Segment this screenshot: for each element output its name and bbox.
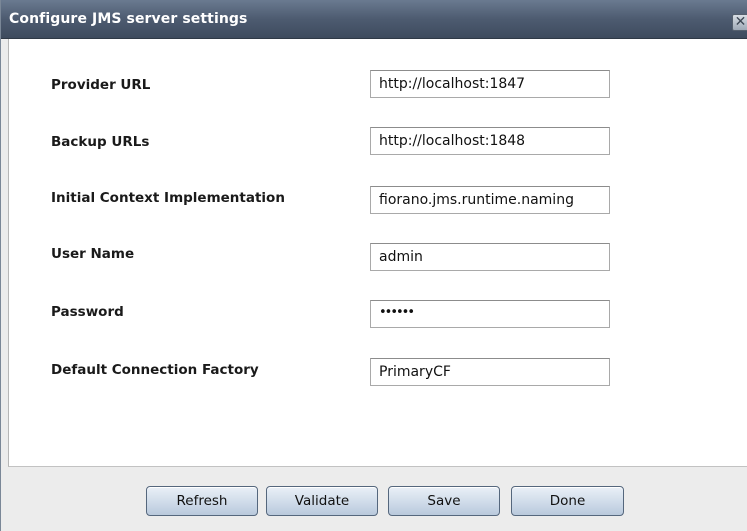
initial-context-field[interactable]: fiorano.jms.runtime.naming: [370, 186, 610, 214]
default-connection-factory-label: Default Connection Factory: [51, 362, 259, 378]
password-field[interactable]: ••••••: [370, 300, 610, 328]
user-name-field[interactable]: admin: [370, 243, 610, 271]
provider-url-field[interactable]: http://localhost:1847: [370, 70, 610, 98]
password-label: Password: [51, 304, 124, 320]
save-button[interactable]: Save: [388, 486, 500, 516]
dialog-title: Configure JMS server settings: [9, 11, 248, 27]
jms-settings-dialog: Configure JMS server settings ✕ Provider…: [0, 0, 747, 531]
close-icon[interactable]: ✕: [732, 14, 747, 31]
refresh-button[interactable]: Refresh: [146, 486, 258, 516]
provider-url-label: Provider URL: [51, 77, 151, 93]
dialog-titlebar[interactable]: Configure JMS server settings ✕: [1, 0, 747, 39]
initial-context-label: Initial Context Implementation: [51, 190, 285, 206]
backup-urls-field[interactable]: http://localhost:1848: [370, 127, 610, 155]
default-connection-factory-field[interactable]: PrimaryCF: [370, 358, 610, 386]
done-button[interactable]: Done: [511, 486, 624, 516]
validate-button[interactable]: Validate: [266, 486, 378, 516]
user-name-label: User Name: [51, 246, 135, 262]
backup-urls-label: Backup URLs: [51, 134, 150, 150]
